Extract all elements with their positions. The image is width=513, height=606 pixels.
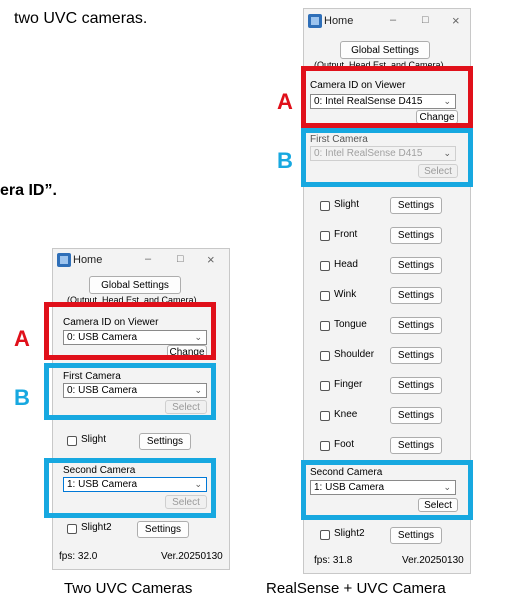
fps-readout: fps: 32.0 bbox=[59, 551, 98, 562]
slight2-settings-button[interactable]: Settings bbox=[390, 527, 442, 544]
highlight-b-left bbox=[44, 363, 216, 420]
slight2-label: Slight2 bbox=[334, 528, 365, 539]
checkbox-icon[interactable] bbox=[320, 201, 330, 211]
checkbox-icon[interactable] bbox=[320, 381, 330, 391]
capture-item-label: Tongue bbox=[334, 319, 367, 330]
marker-a-right: A bbox=[277, 89, 293, 114]
slight2-settings-button[interactable]: Settings bbox=[137, 521, 189, 538]
left-titlebar: Home – □ × bbox=[53, 249, 229, 271]
capture-item-label: Front bbox=[334, 229, 358, 240]
doc-text-top: two UVC cameras. bbox=[14, 10, 148, 27]
capture-item-settings-button[interactable]: Settings bbox=[390, 407, 442, 424]
minimize-icon[interactable]: – bbox=[390, 14, 396, 26]
capture-item-settings-button[interactable]: Settings bbox=[390, 197, 442, 214]
checkbox-icon[interactable] bbox=[67, 524, 77, 534]
doc-text-bold: era ID”. bbox=[0, 182, 57, 199]
capture-item-settings-button[interactable]: Settings bbox=[390, 287, 442, 304]
marker-b-right: B bbox=[277, 148, 293, 173]
fps-readout: fps: 31.8 bbox=[314, 555, 353, 566]
capture-item-label: Finger bbox=[334, 379, 363, 390]
window-title: Home bbox=[324, 15, 354, 27]
window-title: Home bbox=[73, 254, 103, 266]
caption-right: RealSense + UVC Camera bbox=[266, 580, 446, 597]
capture-item-settings-button[interactable]: Settings bbox=[390, 437, 442, 454]
slight-settings-button[interactable]: Settings bbox=[139, 433, 191, 450]
version-label: Ver.20250130 bbox=[161, 551, 223, 562]
caption-left: Two UVC Cameras bbox=[64, 580, 193, 597]
highlight-b-right bbox=[301, 128, 473, 187]
capture-item-settings-button[interactable]: Settings bbox=[390, 257, 442, 274]
checkbox-icon[interactable] bbox=[320, 530, 330, 540]
slight2-label: Slight2 bbox=[81, 522, 112, 533]
checkbox-icon[interactable] bbox=[320, 231, 330, 241]
global-settings-button[interactable]: Global Settings bbox=[89, 276, 181, 294]
capture-item-label: Wink bbox=[334, 289, 357, 300]
capture-item-label: Shoulder bbox=[334, 349, 375, 360]
highlight-a-right bbox=[301, 66, 473, 128]
capture-item-settings-button[interactable]: Settings bbox=[390, 317, 442, 334]
minimize-icon[interactable]: – bbox=[145, 253, 151, 265]
capture-item-settings-button[interactable]: Settings bbox=[390, 347, 442, 364]
close-icon[interactable]: × bbox=[452, 13, 460, 28]
maximize-icon[interactable]: □ bbox=[177, 253, 184, 265]
highlight-second-left bbox=[44, 458, 216, 518]
version-label: Ver.20250130 bbox=[402, 555, 464, 566]
highlight-second-right bbox=[301, 460, 473, 520]
checkbox-icon[interactable] bbox=[67, 436, 77, 446]
marker-a-left: A bbox=[14, 326, 30, 351]
capture-item-label: Foot bbox=[334, 439, 355, 450]
capture-item-label: Head bbox=[334, 259, 358, 270]
checkbox-icon[interactable] bbox=[320, 261, 330, 271]
global-settings-button[interactable]: Global Settings bbox=[340, 41, 430, 59]
checkbox-icon[interactable] bbox=[320, 351, 330, 361]
capture-item-label: Knee bbox=[334, 409, 358, 420]
highlight-a-left bbox=[44, 302, 216, 360]
right-titlebar: Home – □ × bbox=[304, 9, 470, 31]
maximize-icon[interactable]: □ bbox=[422, 14, 429, 26]
app-icon bbox=[57, 253, 71, 267]
capture-item-settings-button[interactable]: Settings bbox=[390, 227, 442, 244]
app-icon bbox=[308, 14, 322, 28]
checkbox-icon[interactable] bbox=[320, 291, 330, 301]
checkbox-icon[interactable] bbox=[320, 411, 330, 421]
checkbox-icon[interactable] bbox=[320, 441, 330, 451]
marker-b-left: B bbox=[14, 385, 30, 410]
capture-item-label: Slight bbox=[334, 199, 360, 210]
checkbox-icon[interactable] bbox=[320, 321, 330, 331]
close-icon[interactable]: × bbox=[207, 252, 215, 267]
slight-label: Slight bbox=[81, 434, 107, 445]
capture-item-settings-button[interactable]: Settings bbox=[390, 377, 442, 394]
